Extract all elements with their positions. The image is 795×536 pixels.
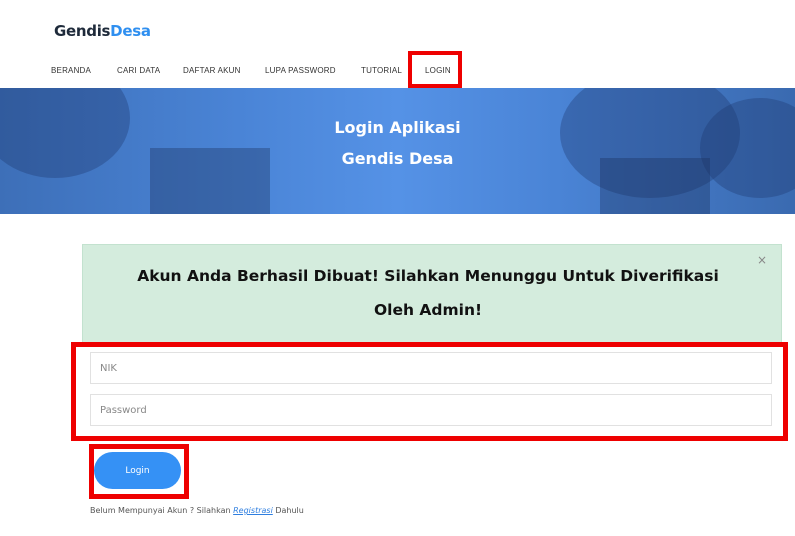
alert-message-line2: Oleh Admin! — [373, 301, 483, 319]
brand-name-part1: Gendis — [54, 22, 111, 40]
hero-title-line2: Gendis Desa — [341, 149, 454, 168]
brand-logo[interactable]: GendisDesa — [54, 22, 151, 40]
nav-item-daftar-akun[interactable]: DAFTAR AKUN — [183, 66, 241, 75]
nav-item-beranda[interactable]: BERANDA — [51, 66, 91, 75]
nav-item-lupa-password[interactable]: LUPA PASSWORD — [265, 66, 336, 75]
success-alert: Akun Anda Berhasil Dibuat! Silahkan Menu… — [82, 244, 782, 344]
login-button-highlight — [89, 444, 189, 499]
register-prompt-prefix: Belum Mempunyai Akun ? Silahkan — [90, 506, 231, 515]
alert-message: Akun Anda Berhasil Dibuat! Silahkan Menu… — [83, 259, 773, 327]
register-link[interactable]: Registrasi — [233, 506, 273, 515]
register-prompt: Belum Mempunyai Akun ? Silahkan Registra… — [90, 506, 304, 515]
hero-title-line1: Login Aplikasi — [334, 118, 461, 137]
hero-banner: Login Aplikasi Gendis Desa — [0, 88, 795, 214]
form-fields-highlight — [71, 342, 788, 441]
register-prompt-suffix: Dahulu — [275, 506, 304, 515]
nav-item-cari-data[interactable]: CARI DATA — [117, 66, 160, 75]
login-nav-highlight — [408, 51, 462, 88]
nav-item-tutorial[interactable]: TUTORIAL — [361, 66, 402, 75]
brand-name-part2: Desa — [110, 22, 151, 40]
alert-message-line1: Akun Anda Berhasil Dibuat! Silahkan Menu… — [137, 267, 719, 285]
close-icon[interactable]: × — [757, 253, 767, 267]
